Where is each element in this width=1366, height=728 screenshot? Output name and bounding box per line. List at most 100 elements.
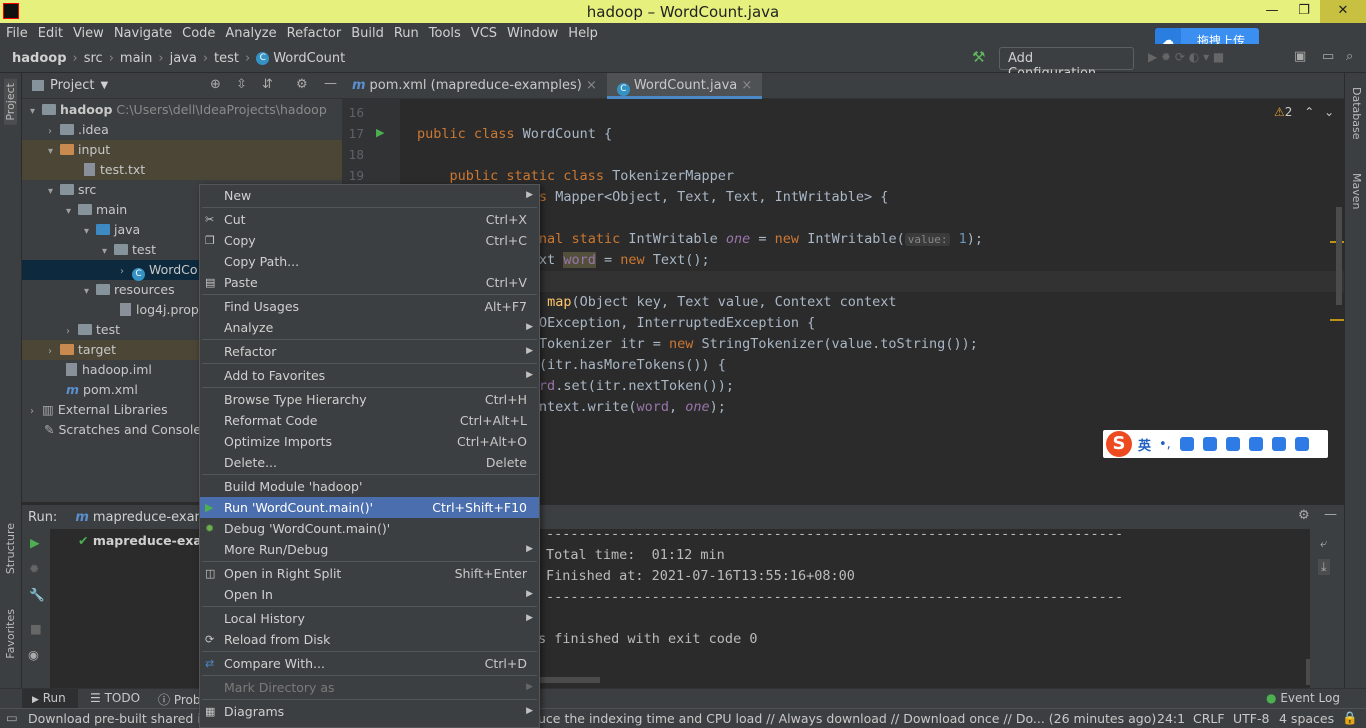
chevron-down-icon[interactable]: ▾ — [66, 202, 78, 222]
minimize-icon[interactable]: — — [1256, 0, 1288, 23]
skin-icon[interactable] — [1271, 437, 1286, 451]
tab-pom[interactable]: m pom.xml (mapreduce-examples) × — [342, 73, 607, 99]
microphone-icon[interactable] — [1202, 437, 1217, 451]
tree-item-hadoop[interactable]: ▾ hadoop C:\Users\dell\IdeaProjects\hadoo… — [22, 100, 342, 120]
emoji-icon[interactable] — [1179, 437, 1194, 451]
menu-file[interactable]: File — [6, 26, 28, 41]
locate-icon[interactable]: ⊕ — [210, 77, 221, 92]
line-separator[interactable]: CRLF — [1193, 711, 1225, 726]
gear-icon[interactable]: ⚙ — [1298, 508, 1310, 523]
menu-item-debug[interactable]: ✹ Debug 'WordCount.main()' — [200, 518, 539, 539]
menu-refactor[interactable]: Refactor — [287, 26, 342, 41]
tree-item-test-txt[interactable]: test.txt — [22, 160, 342, 180]
menu-edit[interactable]: Edit — [38, 26, 63, 41]
ime-language[interactable]: 英 — [1138, 435, 1151, 454]
run-tab[interactable]: mapreduce-examp — [93, 510, 216, 525]
chevron-right-icon[interactable]: › — [48, 342, 60, 362]
crumb-src[interactable]: src — [84, 51, 103, 66]
crumb-hadoop[interactable]: hadoop — [12, 51, 67, 66]
problems-tool-tab[interactable]: ⓘ Prob — [158, 691, 201, 708]
inspection-widget[interactable]: ⚠2 ⌃ ⌄ — [1274, 105, 1334, 119]
event-log-tab[interactable]: ● Event Log — [1266, 691, 1340, 705]
chevron-right-icon[interactable]: › — [66, 322, 78, 342]
restore-icon[interactable]: ❐ — [1288, 0, 1320, 23]
scroll-to-end-icon[interactable]: ⤓ — [1318, 559, 1330, 575]
tree-item-input[interactable]: ▾ input — [22, 140, 342, 160]
collapse-all-icon[interactable]: ⇵ — [262, 77, 273, 92]
project-view-selector[interactable]: Project — [50, 78, 94, 93]
tree-item-idea[interactable]: › .idea — [22, 120, 342, 140]
soft-wrap-icon[interactable]: ⤶ — [1320, 535, 1327, 551]
run-gutter-icon[interactable]: ▶ — [376, 126, 384, 139]
menu-view[interactable]: View — [73, 26, 104, 41]
menu-item-run[interactable]: ▶ Run 'WordCount.main()' Ctrl+Shift+F10 — [200, 497, 539, 518]
chevron-down-icon[interactable]: ⌄ — [1324, 105, 1334, 119]
menu-item-open-in[interactable]: Open In ▶ — [200, 584, 539, 605]
chevron-right-icon[interactable]: › — [30, 402, 42, 422]
menu-tools[interactable]: Tools — [429, 26, 461, 41]
chevron-down-icon[interactable]: ▾ — [48, 182, 60, 202]
close-tab-icon[interactable]: × — [741, 78, 752, 93]
menu-help[interactable]: Help — [568, 26, 598, 41]
run-tool-tab[interactable]: ▶ Run — [22, 689, 78, 708]
menu-window[interactable]: Window — [507, 26, 558, 41]
menu-vcs[interactable]: VCS — [471, 26, 497, 41]
keyboard-icon[interactable] — [1225, 437, 1240, 451]
status-message[interactable]: Download pre-built shared in — [28, 711, 209, 726]
console-hscrollbar[interactable] — [540, 677, 600, 683]
menu-item-compare-with[interactable]: ⇄ Compare With... Ctrl+D — [200, 653, 539, 674]
menu-navigate[interactable]: Navigate — [114, 26, 172, 41]
crumb-main[interactable]: main — [120, 51, 152, 66]
database-tool-tab[interactable]: Database — [1350, 87, 1363, 140]
expand-all-icon[interactable]: ⇳ — [236, 77, 247, 92]
menu-item-reformat-code[interactable]: Reformat Code Ctrl+Alt+L — [200, 410, 539, 431]
menu-item-optimize-imports[interactable]: Optimize Imports Ctrl+Alt+O — [200, 431, 539, 452]
chevron-down-icon[interactable]: ▾ — [84, 222, 96, 242]
menu-item-paste[interactable]: ▤ Paste Ctrl+V — [200, 272, 539, 293]
menu-run[interactable]: Run — [394, 26, 419, 41]
menu-item-build-module[interactable]: Build Module 'hadoop' — [200, 476, 539, 497]
build-hammer-icon[interactable]: ⚒ — [972, 48, 985, 66]
menu-item-find-usages[interactable]: Find Usages Alt+F7 — [200, 296, 539, 317]
todo-tool-tab[interactable]: ☰ TODO — [90, 691, 140, 705]
menu-item-more-run-debug[interactable]: More Run/Debug ▶ — [200, 539, 539, 560]
crumb-java[interactable]: java — [170, 51, 197, 66]
maven-tool-tab[interactable]: Maven — [1350, 173, 1363, 209]
menu-item-browse-type-hierarchy[interactable]: Browse Type Hierarchy Ctrl+H — [200, 389, 539, 410]
crumb-test[interactable]: test — [214, 51, 239, 66]
wrench-icon[interactable]: 🔧 — [29, 587, 45, 603]
tab-wordcount[interactable]: C WordCount.java × — [606, 73, 763, 99]
ime-toolbar[interactable]: S 英 •, — [1103, 430, 1328, 458]
file-encoding[interactable]: UTF-8 — [1233, 711, 1269, 726]
menu-item-copy-path[interactable]: Copy Path... — [200, 251, 539, 272]
chevron-down-icon[interactable]: ▾ — [48, 142, 60, 162]
toolbox-icon[interactable] — [1294, 437, 1309, 451]
menu-item-delete[interactable]: Delete... Delete — [200, 452, 539, 473]
layout-icon[interactable]: ▭ — [1322, 49, 1334, 64]
menu-item-refactor[interactable]: Refactor ▶ — [200, 341, 539, 362]
stop-icon[interactable]: ■ — [30, 621, 42, 636]
lock-icon[interactable]: 🔒 — [1342, 710, 1358, 726]
chevron-right-icon[interactable]: › — [48, 122, 60, 142]
menu-item-cut[interactable]: ✂ Cut Ctrl+X — [200, 209, 539, 230]
menu-item-add-to-favorites[interactable]: Add to Favorites ▶ — [200, 365, 539, 386]
menu-build[interactable]: Build — [351, 26, 384, 41]
chevron-right-icon[interactable]: › — [120, 262, 132, 282]
caret-position[interactable]: 24:1 — [1157, 711, 1185, 726]
hide-icon[interactable]: — — [324, 76, 337, 91]
project-structure-icon[interactable]: ▣ — [1294, 49, 1306, 64]
menu-item-analyze[interactable]: Analyze ▶ — [200, 317, 539, 338]
gear-icon[interactable]: ⚙ — [296, 77, 308, 92]
status-message-tail[interactable]: uce the indexing time and CPU load // Al… — [538, 711, 1156, 726]
crumb-wordcount[interactable]: WordCount — [273, 51, 345, 66]
menu-item-diagrams[interactable]: ▦ Diagrams ▶ — [200, 701, 539, 722]
chevron-down-icon[interactable]: ▾ — [84, 282, 96, 302]
chevron-down-icon[interactable]: ▼ — [100, 80, 108, 91]
chevron-down-icon[interactable]: ▾ — [102, 242, 114, 262]
menu-item-new[interactable]: New ▶ — [200, 185, 539, 206]
debug-icon[interactable]: ✹ — [29, 561, 39, 576]
user-icon[interactable] — [1248, 437, 1263, 451]
menu-item-copy[interactable]: ❐ Copy Ctrl+C — [200, 230, 539, 251]
close-tab-icon[interactable]: × — [586, 78, 597, 93]
menu-item-reload-from-disk[interactable]: ⟳ Reload from Disk — [200, 629, 539, 650]
